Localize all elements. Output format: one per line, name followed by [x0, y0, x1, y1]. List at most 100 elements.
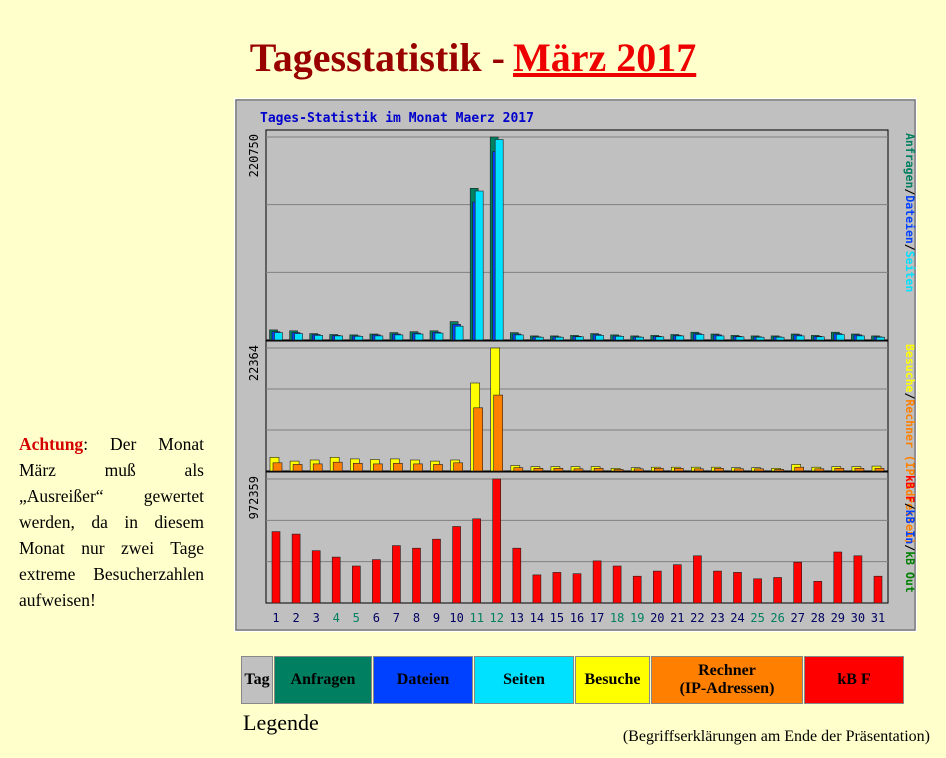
bar-kbf-8	[412, 547, 421, 604]
legend-bar: Tag Anfragen Dateien Seiten Besuche Rechner (…	[241, 656, 905, 704]
bar-rechner-9	[433, 464, 443, 472]
bar-rechner-28	[814, 468, 825, 472]
bar-seiten-5	[354, 336, 364, 341]
bar-rechner-27	[794, 466, 805, 472]
bar-rechner-25	[754, 468, 764, 472]
bar-kbf-13	[512, 547, 522, 604]
bar-kbf-23	[713, 570, 722, 604]
bar-rechner-5	[353, 462, 363, 472]
side-label-part: kB Out	[903, 551, 917, 593]
bar-kbf-6	[372, 559, 381, 604]
bar-rechner-11	[473, 407, 483, 472]
title-month: März 2017	[512, 35, 697, 80]
bar-seiten-15	[555, 336, 564, 341]
bar-kbf-22	[693, 555, 702, 604]
legend-item-tag: Tag	[241, 656, 273, 704]
side-label-part: Dateien	[903, 195, 917, 244]
bar-kbf-24	[733, 572, 742, 604]
bar-kbf-15	[552, 572, 562, 604]
side-label-part: Besuche	[903, 344, 917, 393]
x-tick-label-10: 10	[449, 611, 463, 625]
x-tick-label-30: 30	[851, 611, 865, 625]
page-title: Tagesstatistik - März 2017	[0, 34, 946, 81]
bar-rechner-2	[292, 464, 303, 472]
panel-hits	[265, 129, 889, 341]
x-tick-label-16: 16	[570, 611, 584, 625]
x-tick-label-2: 2	[292, 611, 299, 625]
ymax-label-visits: 22364	[247, 345, 261, 381]
bar-kbf-14	[532, 574, 542, 604]
x-tick-label-22: 22	[690, 611, 704, 625]
bar-kbf-10	[452, 526, 461, 604]
bar-kbf-12	[492, 478, 502, 604]
bar-seiten-2	[294, 333, 303, 341]
bar-kbf-19	[632, 575, 642, 604]
bar-seiten-12	[494, 139, 504, 341]
legend-item-seiten: Seiten	[474, 656, 574, 704]
bar-seiten-23	[715, 335, 725, 341]
legend-item-rechner: Rechner (IP-Adressen)	[651, 656, 803, 704]
note-warning: Achtung	[19, 434, 84, 454]
bar-rechner-3	[312, 463, 323, 472]
bar-seiten-9	[434, 332, 444, 341]
bar-kbf-27	[793, 561, 803, 604]
side-label-part: kB In	[903, 510, 917, 545]
x-tick-label-20: 20	[650, 611, 664, 625]
bar-kbf-26	[773, 577, 782, 604]
x-tick-label-4: 4	[333, 611, 340, 625]
side-label-part: Anfragen	[903, 133, 917, 188]
bar-rechner-10	[453, 462, 463, 472]
bar-seiten-14	[535, 336, 544, 341]
bar-seiten-19	[635, 336, 645, 341]
bar-seiten-17	[595, 335, 604, 341]
outlier-note: Achtung: Der Monat März muß als „Ausreiß…	[19, 431, 204, 613]
x-tick-label-18: 18	[610, 611, 624, 625]
side-label-part: /	[903, 244, 917, 251]
bar-seiten-8	[414, 333, 424, 341]
bar-kbf-3	[311, 550, 321, 604]
bar-kbf-11	[472, 518, 481, 604]
x-tick-label-3: 3	[313, 611, 320, 625]
x-tick-label-12: 12	[489, 611, 503, 625]
legend-item-besuche: Besuche	[575, 656, 650, 704]
bar-rechner-4	[332, 461, 343, 472]
bar-kbf-9	[432, 538, 441, 604]
x-tick-label-28: 28	[811, 611, 825, 625]
bar-rechner-24	[734, 468, 744, 472]
bar-kbf-29	[833, 551, 843, 604]
bar-seiten-30	[856, 335, 865, 341]
bar-seiten-25	[755, 336, 765, 341]
chart-title: Tages-Statistik im Monat Maerz 2017	[260, 111, 534, 126]
bar-seiten-13	[514, 334, 524, 341]
daily-statistics-chart: Tages-Statistik im Monat Maerz 2017 22075…	[234, 98, 917, 632]
x-tick-label-19: 19	[630, 611, 644, 625]
footnote: (Begriffserklärungen am Ende der Präsent…	[622, 728, 930, 745]
bar-seiten-22	[695, 334, 705, 341]
bar-seiten-26	[775, 336, 785, 341]
bar-kbf-30	[853, 555, 863, 604]
bar-rechner-21	[673, 467, 684, 472]
legend-label: Legende	[243, 710, 319, 735]
x-tick-label-31: 31	[871, 611, 885, 625]
bar-seiten-7	[394, 334, 404, 341]
bar-seiten-21	[675, 335, 685, 341]
ymax-label-kb: 972359	[247, 476, 261, 519]
side-label-part: /	[903, 544, 917, 551]
bar-rechner-20	[653, 467, 664, 472]
x-tick-label-26: 26	[770, 611, 784, 625]
bar-seiten-27	[795, 335, 805, 341]
panel-visits	[265, 340, 889, 472]
bar-rechner-22	[694, 468, 704, 472]
x-tick-label-23: 23	[710, 611, 724, 625]
bar-kbf-31	[873, 575, 883, 604]
side-label-part: /	[903, 188, 917, 195]
x-tick-label-14: 14	[530, 611, 544, 625]
bar-rechner-14	[533, 467, 544, 472]
bar-rechner-16	[573, 468, 584, 472]
bar-kbf-4	[331, 556, 341, 604]
bar-kbf-28	[813, 580, 823, 604]
bar-seiten-1	[274, 332, 283, 341]
bar-rechner-23	[714, 467, 724, 472]
bar-rechner-19	[633, 468, 644, 472]
bar-seiten-11	[474, 190, 484, 341]
